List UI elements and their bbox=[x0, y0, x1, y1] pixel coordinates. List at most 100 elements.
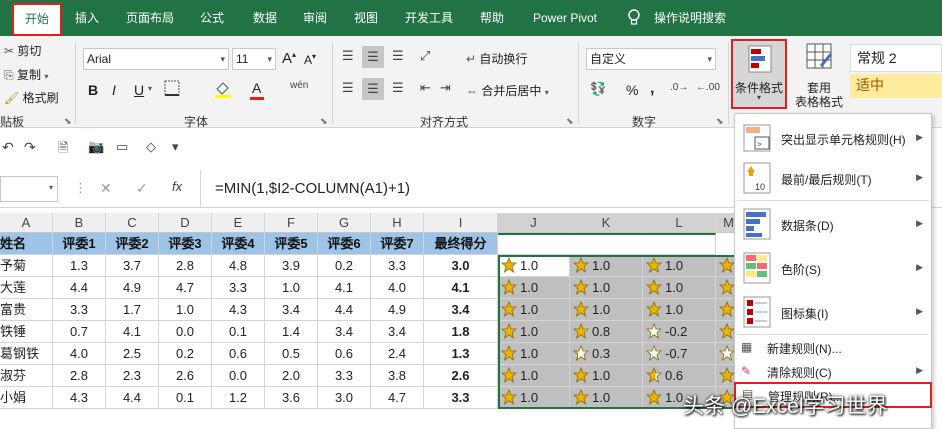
wrap-text-button[interactable]: ↵ 自动换行 bbox=[466, 50, 527, 67]
final-score-cell[interactable]: 4.1 bbox=[424, 277, 498, 299]
table-cell[interactable] bbox=[498, 233, 716, 255]
comma-button[interactable]: , bbox=[650, 80, 654, 98]
align-left-icon[interactable]: ☰ bbox=[342, 80, 354, 96]
underline-button[interactable]: U bbox=[134, 82, 144, 98]
column-header-f[interactable]: F bbox=[265, 213, 318, 233]
score-cell[interactable]: 3.9 bbox=[265, 255, 318, 277]
score-cell[interactable]: 0.5 bbox=[265, 343, 318, 365]
score-cell[interactable]: 2.6 bbox=[159, 365, 212, 387]
row-name-cell[interactable]: 富贵 bbox=[0, 299, 53, 321]
star-rating-cell[interactable]: 0.8 bbox=[570, 321, 643, 343]
tab-power-pivot[interactable]: Power Pivot bbox=[523, 0, 607, 36]
menu-item-top-bottom-rules[interactable]: 10 最前/最后规则(T) ▶ bbox=[735, 158, 931, 198]
score-cell[interactable]: 4.4 bbox=[106, 387, 159, 409]
align-right-icon[interactable]: ☰ bbox=[392, 80, 404, 96]
italic-button[interactable]: I bbox=[112, 82, 116, 98]
table-header-cell[interactable]: 评委7 bbox=[371, 233, 424, 255]
score-cell[interactable]: 2.3 bbox=[106, 365, 159, 387]
dialog-launcher-icon[interactable]: ⬊ bbox=[64, 116, 72, 127]
row-name-cell[interactable]: 葛钢铁 bbox=[0, 343, 53, 365]
score-cell[interactable]: 3.3 bbox=[212, 277, 265, 299]
table-header-cell[interactable]: 评委2 bbox=[106, 233, 159, 255]
star-rating-cell[interactable]: 1.0 bbox=[498, 255, 570, 277]
column-header-l[interactable]: L bbox=[643, 213, 716, 233]
tab-formulas[interactable]: 公式 bbox=[192, 0, 232, 36]
score-cell[interactable]: 3.7 bbox=[106, 255, 159, 277]
score-cell[interactable]: 1.2 bbox=[212, 387, 265, 409]
decrease-font-button[interactable]: A▾ bbox=[304, 52, 316, 67]
star-rating-cell[interactable]: 1.0 bbox=[643, 255, 716, 277]
tab-page-layout[interactable]: 页面布局 bbox=[118, 0, 182, 36]
merge-center-button[interactable]: ⇔ 合并后居中 ▾ bbox=[466, 82, 549, 99]
increase-decimal-icon[interactable]: .0→ bbox=[670, 82, 688, 93]
tell-me-search[interactable]: 操作说明搜索 bbox=[652, 0, 728, 36]
score-cell[interactable]: 2.4 bbox=[371, 343, 424, 365]
star-rating-cell[interactable]: 1.0 bbox=[570, 387, 643, 409]
table-header-cell[interactable]: 评委6 bbox=[318, 233, 371, 255]
score-cell[interactable]: 0.1 bbox=[212, 321, 265, 343]
cancel-icon[interactable]: ✕ bbox=[100, 180, 112, 197]
row-name-cell[interactable]: 铁锤 bbox=[0, 321, 53, 343]
score-cell[interactable]: 1.7 bbox=[106, 299, 159, 321]
print-preview-icon[interactable]: 🗎 bbox=[58, 139, 68, 161]
align-middle-icon[interactable]: ☰ bbox=[362, 46, 384, 68]
currency-icon[interactable]: 💱 bbox=[590, 81, 606, 97]
table-header-cell[interactable]: 评委5 bbox=[265, 233, 318, 255]
star-rating-cell[interactable]: 1.0 bbox=[498, 343, 570, 365]
score-cell[interactable]: 3.6 bbox=[265, 387, 318, 409]
score-cell[interactable]: 0.0 bbox=[159, 321, 212, 343]
score-cell[interactable]: 4.9 bbox=[371, 299, 424, 321]
score-cell[interactable]: 3.4 bbox=[318, 321, 371, 343]
score-cell[interactable]: 0.6 bbox=[212, 343, 265, 365]
score-cell[interactable]: 3.4 bbox=[265, 299, 318, 321]
copy-button[interactable]: ⎘ 复制 ▾ bbox=[4, 66, 48, 83]
column-header-i[interactable]: I bbox=[424, 213, 498, 233]
column-header-b[interactable]: B bbox=[53, 213, 106, 233]
align-top-icon[interactable]: ☰ bbox=[342, 48, 354, 64]
tab-developer[interactable]: 开发工具 bbox=[398, 0, 460, 36]
score-cell[interactable]: 3.8 bbox=[371, 365, 424, 387]
menu-item-highlight-rules[interactable]: > 突出显示单元格规则(H) ▶ bbox=[735, 118, 931, 158]
menu-item-clear-rules[interactable]: ✎ 清除规则(C) ▶ bbox=[735, 360, 931, 384]
column-header-e[interactable]: E bbox=[212, 213, 265, 233]
score-cell[interactable]: 4.3 bbox=[212, 299, 265, 321]
score-cell[interactable]: 2.8 bbox=[53, 365, 106, 387]
orientation-icon[interactable]: ⤢ bbox=[420, 48, 430, 64]
camera-icon[interactable]: 📷 bbox=[88, 139, 104, 155]
star-rating-cell[interactable]: -0.2 bbox=[643, 321, 716, 343]
score-cell[interactable]: 4.1 bbox=[106, 321, 159, 343]
conditional-format-button[interactable]: 条件格式 ▾ bbox=[731, 39, 787, 109]
shapes-icon[interactable]: ◇ bbox=[146, 139, 156, 155]
score-cell[interactable]: 4.3 bbox=[53, 387, 106, 409]
star-rating-cell[interactable]: 1.0 bbox=[570, 255, 643, 277]
star-rating-cell[interactable]: 1.0 bbox=[498, 365, 570, 387]
tab-help[interactable]: 帮助 bbox=[473, 0, 511, 36]
fill-color-button[interactable] bbox=[214, 80, 232, 101]
font-name-select[interactable]: Arial ▾ bbox=[83, 48, 229, 70]
font-size-select[interactable]: 11 ▾ bbox=[232, 48, 276, 70]
column-header-c[interactable]: C bbox=[106, 213, 159, 233]
score-cell[interactable]: 0.1 bbox=[159, 387, 212, 409]
cut-button[interactable]: ✂ 剪切 bbox=[4, 42, 41, 59]
star-rating-cell[interactable]: 1.0 bbox=[498, 277, 570, 299]
final-score-cell[interactable]: 3.4 bbox=[424, 299, 498, 321]
score-cell[interactable]: 2.5 bbox=[106, 343, 159, 365]
star-rating-cell[interactable]: 1.0 bbox=[643, 277, 716, 299]
column-header-g[interactable]: G bbox=[318, 213, 371, 233]
menu-item-data-bars[interactable]: 数据条(D) ▶ bbox=[735, 204, 931, 244]
insert-function-icon[interactable]: fx bbox=[172, 179, 182, 194]
cell-style-normal2[interactable]: 常规 2 bbox=[850, 44, 942, 72]
star-rating-cell[interactable]: 1.0 bbox=[570, 365, 643, 387]
score-cell[interactable]: 4.7 bbox=[371, 387, 424, 409]
score-cell[interactable]: 3.4 bbox=[371, 321, 424, 343]
table-header-cell[interactable]: 姓名 bbox=[0, 233, 53, 255]
final-score-cell[interactable]: 2.6 bbox=[424, 365, 498, 387]
tab-home[interactable]: 开始 bbox=[12, 3, 62, 36]
decrease-indent-icon[interactable]: ⇤ bbox=[420, 80, 431, 96]
score-cell[interactable]: 3.3 bbox=[318, 365, 371, 387]
score-cell[interactable]: 0.0 bbox=[212, 365, 265, 387]
star-rating-cell[interactable]: 1.0 bbox=[498, 387, 570, 409]
star-rating-cell[interactable]: 1.0 bbox=[570, 277, 643, 299]
align-center-icon[interactable]: ☰ bbox=[362, 78, 384, 100]
column-header-d[interactable]: D bbox=[159, 213, 212, 233]
